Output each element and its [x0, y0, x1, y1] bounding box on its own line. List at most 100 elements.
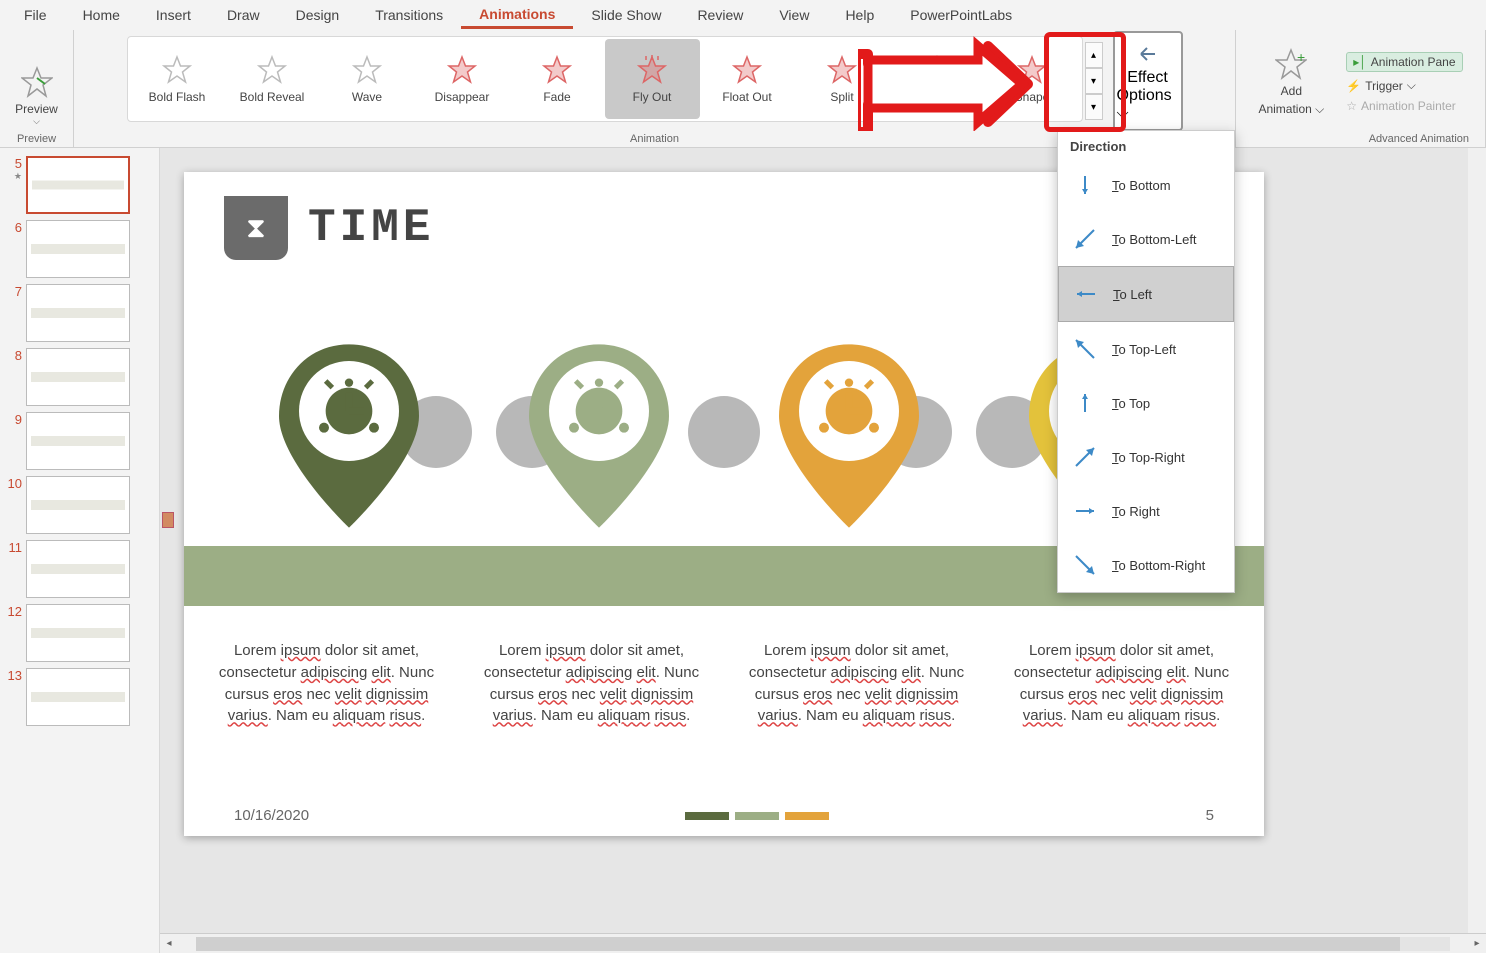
direction-to-top-left[interactable]: To Top-Left [1058, 322, 1234, 376]
anim-bold-reveal[interactable]: Bold Reveal [225, 39, 320, 119]
arrow-icon [1072, 444, 1098, 470]
thumb-preview [26, 156, 130, 214]
menu-review[interactable]: Review [679, 3, 761, 27]
anim-label: Bold Reveal [240, 90, 305, 104]
thumbnail-11[interactable]: 11 [6, 540, 153, 598]
body-text-col: Lorem ipsum dolor sit amet, consectetur … [1012, 640, 1232, 727]
anim-label: Float Out [722, 90, 771, 104]
menu-help[interactable]: Help [827, 3, 892, 27]
effect-options-label1: Effect [1127, 69, 1168, 87]
menu-draw[interactable]: Draw [209, 3, 278, 27]
progress-bar-segment [785, 812, 829, 820]
advanced-col: ▸│Animation Pane ⚡Trigger ⌵ ☆Animation P… [1338, 48, 1470, 117]
menu-home[interactable]: Home [65, 3, 138, 27]
body-text-col: Lorem ipsum dolor sit amet, consectetur … [747, 640, 967, 727]
menu-transitions[interactable]: Transitions [357, 3, 461, 27]
preview-button[interactable]: Preview ⌵ [7, 62, 66, 131]
menu-design[interactable]: Design [278, 3, 358, 27]
thumb-preview [26, 284, 130, 342]
progress-bars [685, 812, 829, 820]
thumbnail-10[interactable]: 10 [6, 476, 153, 534]
thumbnail-6[interactable]: 6 [6, 220, 153, 278]
menu-view[interactable]: View [761, 3, 827, 27]
direction-to-right[interactable]: To Right [1058, 484, 1234, 538]
arrow-icon [1072, 336, 1098, 362]
anim-label: Wipe [923, 90, 950, 104]
scroll-right-button[interactable]: ▸ [1468, 938, 1486, 949]
slide-editor[interactable]: ⧗ TIME Lorem ipsum dolor sit [160, 148, 1486, 953]
thumbnail-9[interactable]: 9 [6, 412, 153, 470]
thumbnail-panel[interactable]: 5★ 6 7 8 9 10 11 12 13 [0, 148, 160, 953]
trigger-button[interactable]: ⚡Trigger ⌵ [1346, 78, 1462, 93]
pane-icon: ▸│ [1353, 55, 1367, 69]
direction-label: To Top-Right [1112, 450, 1185, 465]
gallery-more-button[interactable]: ▾ [1085, 94, 1103, 120]
direction-label: To Bottom [1112, 178, 1171, 193]
map-pin-icon [264, 336, 434, 536]
scroll-thumb[interactable] [196, 937, 1400, 951]
anim-fade[interactable]: Fade [510, 39, 605, 119]
thumb-preview [26, 220, 130, 278]
anim-bold-flash[interactable]: Bold Flash [130, 39, 225, 119]
star-icon [161, 54, 193, 86]
thumb-preview [26, 348, 130, 406]
add-anim-label2: Animation ⌵ [1258, 102, 1324, 117]
animation-pane-button[interactable]: ▸│Animation Pane [1346, 52, 1462, 72]
anim-wave[interactable]: Wave [320, 39, 415, 119]
anim-disappear[interactable]: Disappear [415, 39, 510, 119]
direction-to-bottom-left[interactable]: To Bottom-Left [1058, 212, 1234, 266]
thumb-number: 9 [6, 412, 22, 427]
menu-animations[interactable]: Animations [461, 2, 573, 29]
direction-label: To Bottom-Left [1112, 232, 1197, 247]
direction-to-bottom[interactable]: To Bottom [1058, 158, 1234, 212]
thumbnail-8[interactable]: 8 [6, 348, 153, 406]
painter-icon: ☆ [1346, 99, 1357, 113]
anim-fly-out[interactable]: Fly Out [605, 39, 700, 119]
svg-text:+: + [1297, 49, 1305, 65]
thumb-number: 5 [6, 156, 22, 171]
thumbnail-13[interactable]: 13 [6, 668, 153, 726]
menu-insert[interactable]: Insert [138, 3, 209, 27]
direction-to-top[interactable]: To Top [1058, 376, 1234, 430]
anim-float-out[interactable]: Float Out [700, 39, 795, 119]
anim-label: Wave [352, 90, 382, 104]
arrow-icon [1072, 172, 1098, 198]
anim-label: Fly Out [633, 90, 672, 104]
direction-to-top-right[interactable]: To Top-Right [1058, 430, 1234, 484]
thumbnail-7[interactable]: 7 [6, 284, 153, 342]
progress-bar-segment [685, 812, 729, 820]
add-anim-label1: Add [1281, 84, 1302, 98]
preview-star-icon [21, 66, 53, 98]
gallery-down-button[interactable]: ▾ [1085, 68, 1103, 94]
menu-powerpointlabs[interactable]: PowerPointLabs [892, 3, 1030, 27]
anim-star-icon: ★ [14, 171, 22, 182]
menu-file[interactable]: File [6, 3, 65, 27]
vertical-scrollbar[interactable] [1468, 148, 1486, 933]
animation-gallery[interactable]: Bold Flash Bold Reveal Wave DisappearFade Fl… [127, 36, 1083, 122]
scroll-left-button[interactable]: ◂ [160, 938, 178, 949]
timeline-pin [764, 336, 934, 536]
star-icon [826, 54, 858, 86]
slide-title: TIME [308, 202, 434, 254]
gallery-up-button[interactable]: ▴ [1085, 42, 1103, 68]
menu-slideshow[interactable]: Slide Show [573, 3, 679, 27]
effect-options-button[interactable]: Effect Options ⌵ [1113, 31, 1183, 131]
add-animation-button[interactable]: + Add Animation ⌵ [1250, 44, 1332, 121]
thumb-preview [26, 668, 130, 726]
map-pin-icon [514, 336, 684, 536]
direction-to-bottom-right[interactable]: To Bottom-Right [1058, 538, 1234, 592]
thumbnail-5[interactable]: 5★ [6, 156, 153, 214]
thumb-preview [26, 476, 130, 534]
selection-handle[interactable] [162, 512, 174, 528]
thumbnail-12[interactable]: 12 [6, 604, 153, 662]
thumb-number: 13 [6, 668, 22, 683]
anim-shape[interactable]: Shape [985, 39, 1080, 119]
direction-menu: Direction To BottomTo Bottom-LeftTo Left… [1057, 130, 1235, 593]
scroll-track[interactable] [196, 937, 1450, 951]
direction-to-left[interactable]: To Left [1058, 266, 1234, 322]
horizontal-scrollbar[interactable]: ◂ ▸ [160, 933, 1486, 953]
anim-wipe[interactable]: Wipe [890, 39, 985, 119]
slide-footer: 10/16/2020 5 [184, 807, 1264, 824]
animation-painter-button[interactable]: ☆Animation Painter [1346, 99, 1462, 113]
anim-split[interactable]: Split [795, 39, 890, 119]
